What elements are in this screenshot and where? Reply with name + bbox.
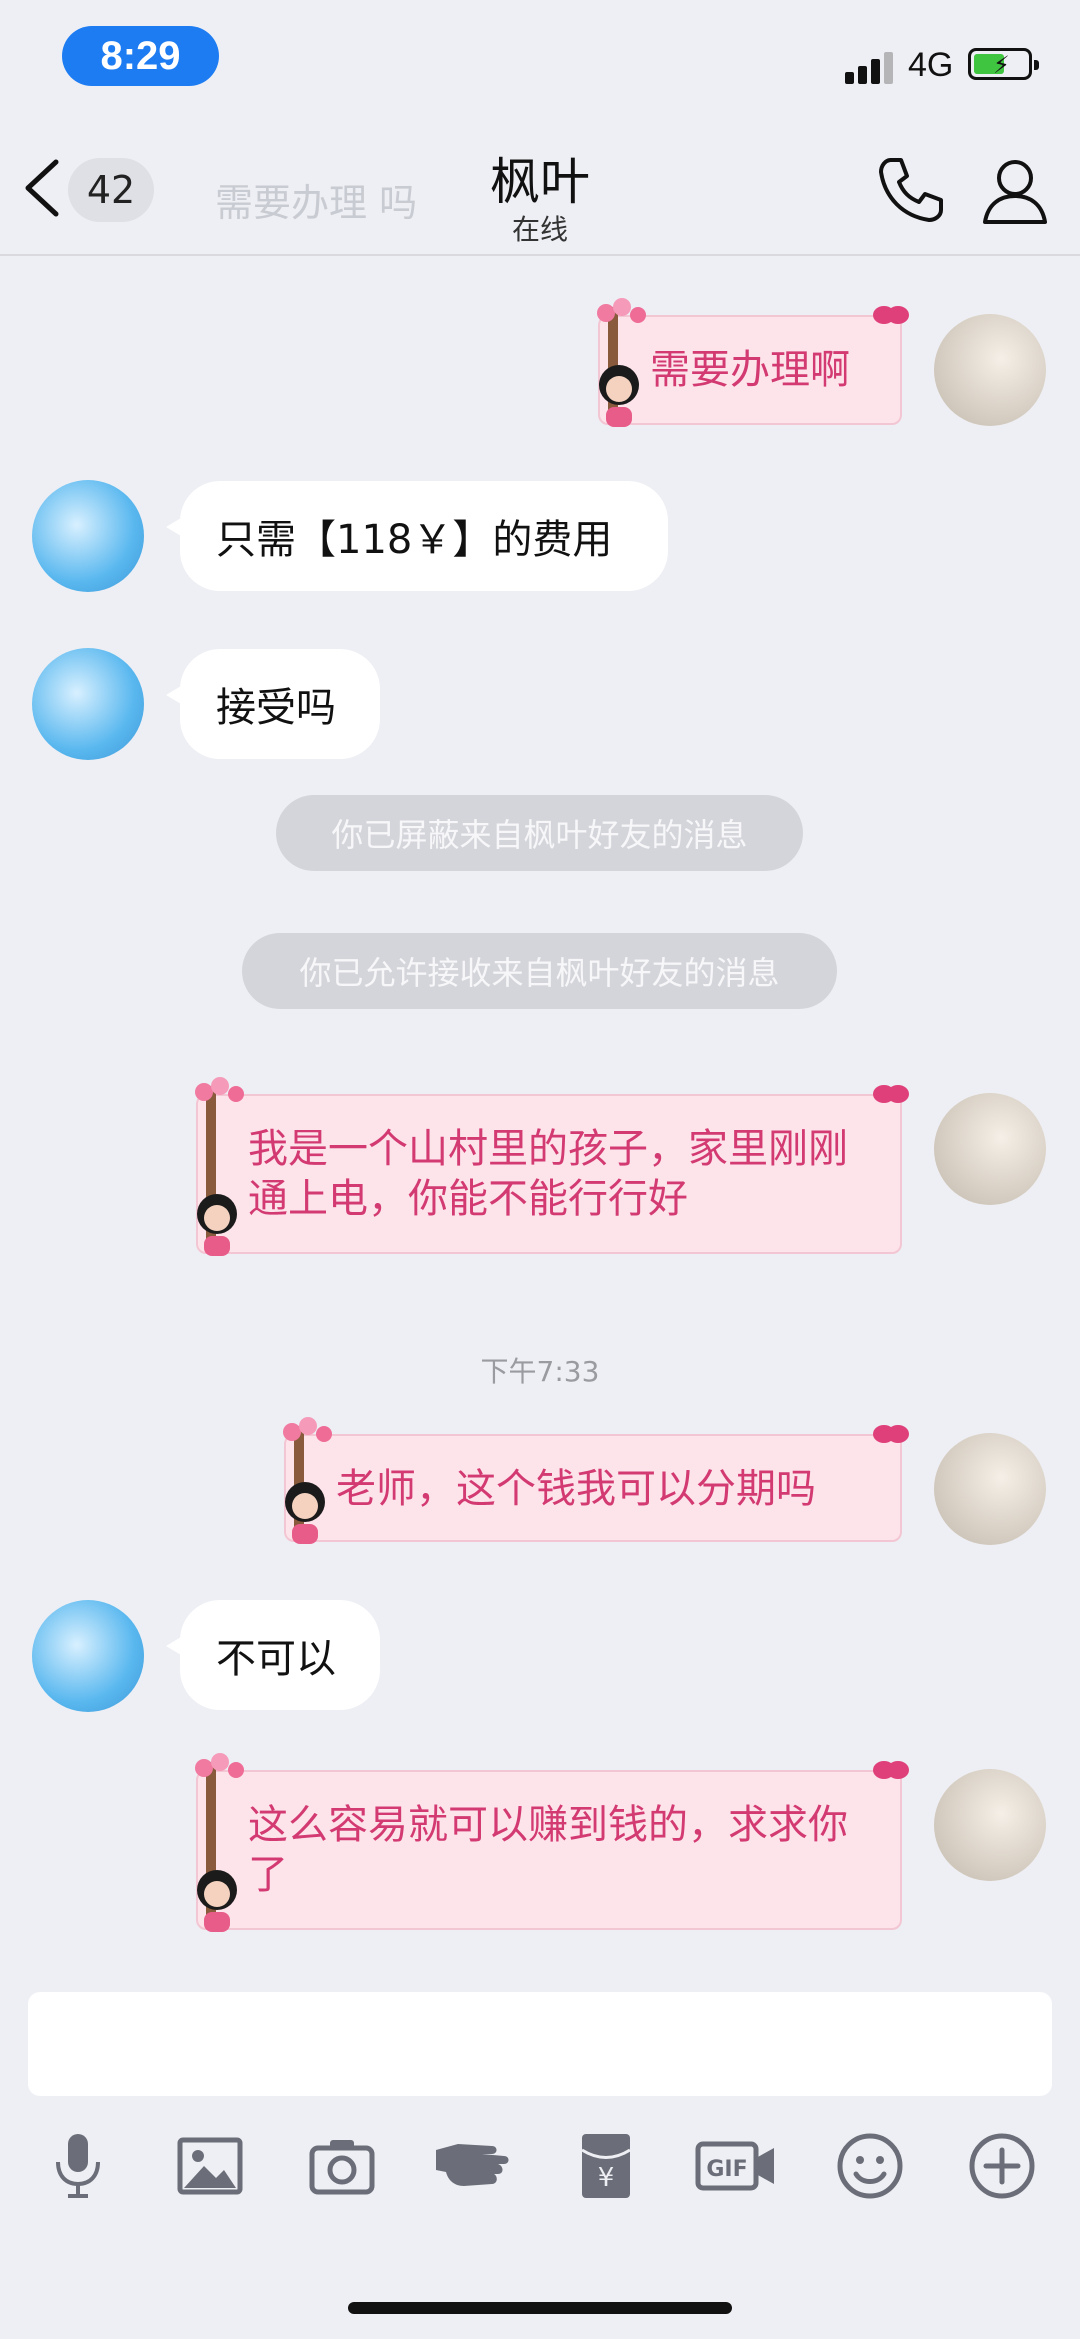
home-indicator[interactable]	[348, 2302, 732, 2314]
red-packet-symbol: ¥	[598, 2163, 615, 2193]
red-packet-icon[interactable]: ¥	[570, 2130, 642, 2202]
chat-toolbar: ¥ GIF	[0, 2130, 1080, 2210]
camera-icon[interactable]	[306, 2130, 378, 2202]
profile-icon[interactable]	[980, 154, 1050, 226]
chat-header: 需要办理 吗 42 枫叶 在线	[0, 110, 1080, 256]
contact-avatar[interactable]	[32, 1600, 144, 1712]
flower-decoration-icon	[597, 298, 646, 323]
girl-sticker-icon	[285, 1482, 325, 1544]
message-timestamp: 下午7:33	[480, 1355, 600, 1388]
girl-sticker-icon	[197, 1870, 237, 1932]
self-avatar[interactable]	[934, 1433, 1046, 1545]
system-notice: 你已屏蔽来自枫叶好友的消息	[276, 795, 803, 871]
plus-icon[interactable]	[966, 2130, 1038, 2202]
girl-sticker-icon	[197, 1194, 237, 1256]
message-bubble[interactable]: 老师，这个钱我可以分期吗	[283, 1417, 909, 1544]
gif-icon[interactable]: GIF	[694, 2130, 778, 2202]
message-bubble[interactable]: 接受吗	[166, 649, 380, 759]
message-text: 我是一个山村里的孩子，家里刚刚通上电，你能不能行行好	[248, 1126, 848, 1222]
girl-sticker-icon	[599, 365, 639, 427]
message-input[interactable]	[28, 1992, 1052, 2096]
poke-hand-icon[interactable]	[432, 2130, 516, 2202]
message-text: 不可以	[216, 1636, 336, 1682]
flower-decoration-icon	[195, 1077, 244, 1102]
message-bubble[interactable]: 这么容易就可以赚到钱的，求求你了	[195, 1753, 909, 1932]
phone-icon[interactable]	[875, 154, 947, 226]
image-icon[interactable]	[174, 2130, 246, 2202]
network-type: 4G	[908, 46, 954, 84]
butterfly-icon	[873, 1761, 909, 1779]
emoji-icon[interactable]	[834, 2130, 906, 2202]
battery-icon: ⚡	[968, 48, 1039, 80]
microphone-icon[interactable]	[42, 2130, 114, 2202]
gif-label: GIF	[706, 2157, 747, 2182]
message-text: 需要办理啊	[650, 347, 850, 393]
contact-avatar[interactable]	[32, 648, 144, 760]
self-avatar[interactable]	[934, 314, 1046, 426]
message-bubble[interactable]: 不可以	[166, 1600, 380, 1710]
flower-decoration-icon	[195, 1753, 244, 1778]
message-text: 接受吗	[216, 685, 336, 731]
system-notice: 你已允许接收来自枫叶好友的消息	[242, 933, 837, 1009]
message-text: 只需【118￥】的费用	[216, 517, 613, 563]
self-avatar[interactable]	[934, 1769, 1046, 1881]
status-bar: 8:29 4G ⚡	[0, 0, 1080, 110]
message-bubble[interactable]: 只需【118￥】的费用	[166, 481, 668, 591]
contact-avatar[interactable]	[32, 480, 144, 592]
butterfly-icon	[873, 1425, 909, 1443]
flower-decoration-icon	[283, 1417, 332, 1442]
message-bubble[interactable]: 我是一个山村里的孩子，家里刚刚通上电，你能不能行行好	[195, 1077, 909, 1256]
status-time: 8:29	[62, 26, 219, 86]
butterfly-icon	[873, 306, 909, 324]
butterfly-icon	[873, 1085, 909, 1103]
message-bubble[interactable]: 需要办理啊	[597, 298, 909, 427]
message-text: 这么容易就可以赚到钱的，求求你了	[248, 1802, 848, 1898]
message-text: 老师，这个钱我可以分期吗	[336, 1466, 816, 1512]
signal-icon	[845, 48, 895, 84]
self-avatar[interactable]	[934, 1093, 1046, 1205]
